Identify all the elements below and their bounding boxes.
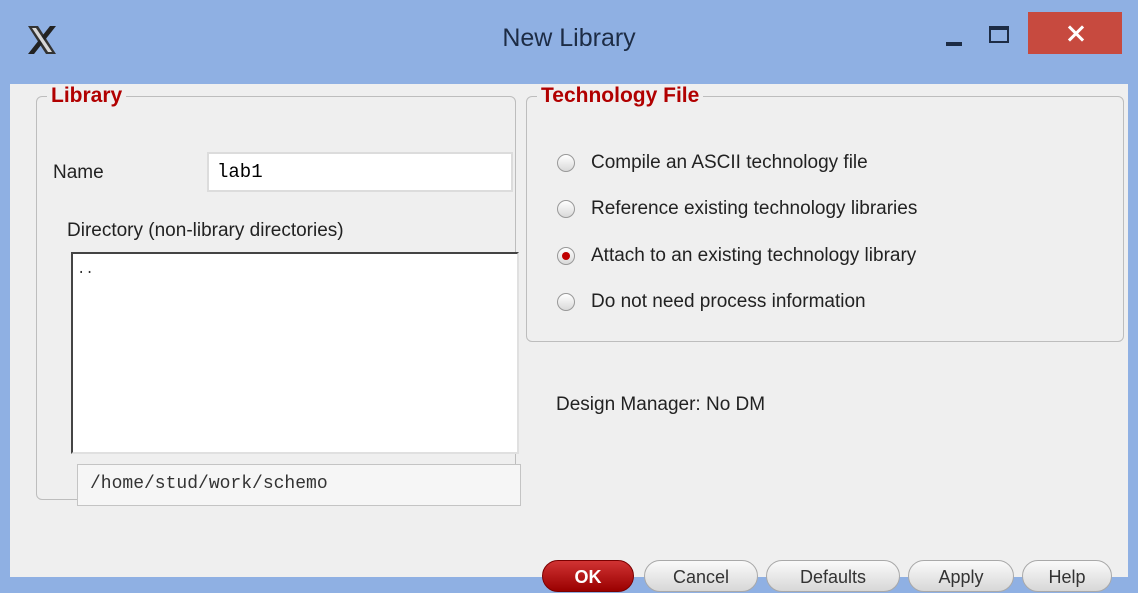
minimize-button[interactable]: [936, 18, 976, 58]
radio-label: Compile an ASCII technology file: [591, 152, 868, 173]
ok-button[interactable]: OK: [542, 560, 634, 592]
radio-unselected-icon[interactable]: [557, 200, 575, 218]
radio-unselected-icon[interactable]: [557, 154, 575, 172]
defaults-button[interactable]: Defaults: [766, 560, 900, 592]
design-manager-text: Design Manager: No DM: [556, 394, 766, 415]
radio-label: Attach to an existing technology library: [591, 245, 917, 266]
apply-button[interactable]: Apply: [908, 560, 1014, 592]
maximize-button[interactable]: [980, 18, 1020, 58]
radio-unselected-icon[interactable]: [557, 293, 575, 311]
library-legend: Library: [51, 84, 123, 107]
radio-label: Reference existing technology libraries: [591, 198, 918, 219]
dialog-body: Library Name Directory (non-library dire…: [10, 84, 1128, 592]
name-label: Name: [53, 162, 104, 183]
cancel-button[interactable]: Cancel: [644, 560, 758, 592]
directory-path-field: /home/stud/work/schemo: [77, 464, 521, 506]
new-library-window: New Library Library Name Directory (non-…: [0, 0, 1138, 592]
library-name-input[interactable]: [207, 152, 513, 192]
library-group: Library Name Directory (non-library dire…: [36, 84, 521, 506]
directory-item-parent[interactable]: ..: [73, 254, 517, 286]
close-button[interactable]: [1028, 12, 1122, 54]
title-bar: New Library: [0, 0, 1138, 84]
help-button[interactable]: Help: [1022, 560, 1112, 592]
radio-label: Do not need process information: [591, 291, 866, 312]
directory-label: Directory (non-library directories): [67, 220, 344, 241]
technology-file-group: Technology File Compile an ASCII technol…: [526, 84, 1124, 342]
technology-file-legend: Technology File: [541, 84, 700, 107]
radio-selected-icon[interactable]: [557, 247, 575, 265]
directory-list[interactable]: ..: [71, 252, 519, 454]
